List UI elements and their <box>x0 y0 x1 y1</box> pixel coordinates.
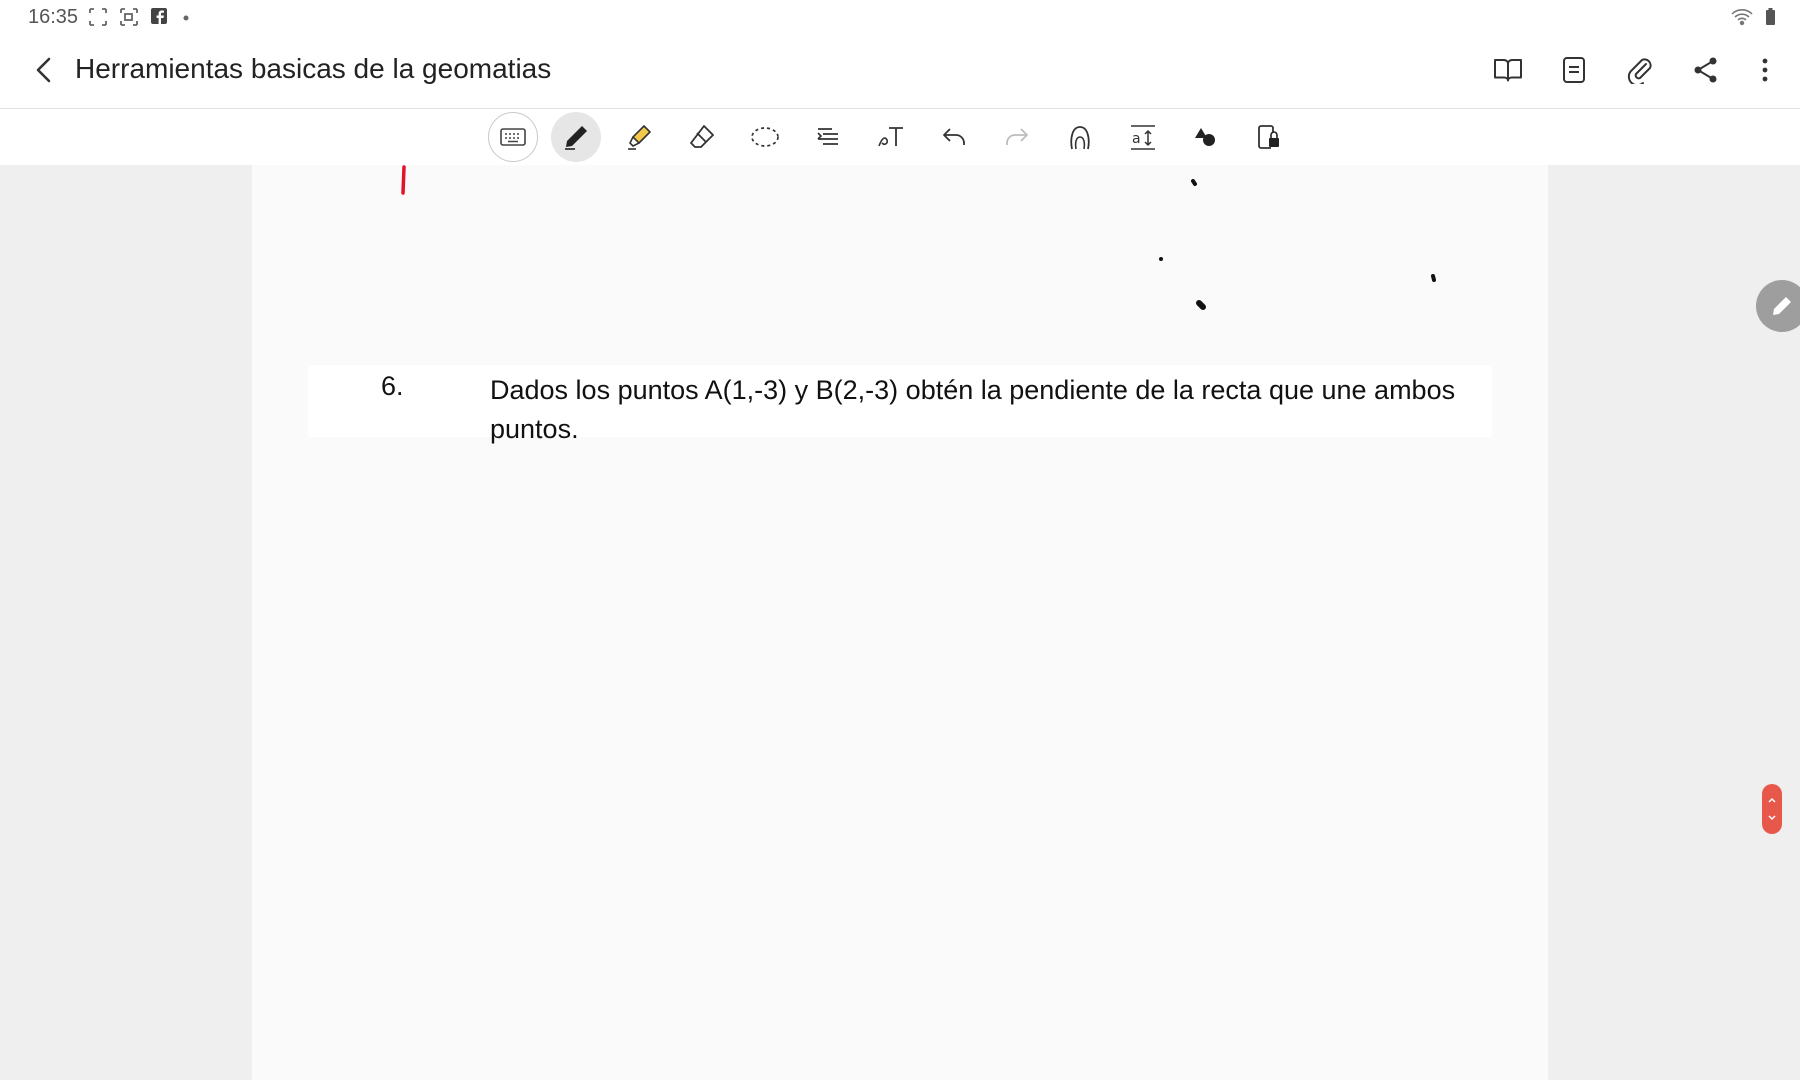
drawing-toolbar: a <box>0 108 1800 166</box>
undo-tool[interactable] <box>929 112 979 162</box>
more-options-icon <box>1762 58 1768 82</box>
page-scroll-handle[interactable] <box>1762 784 1782 834</box>
note-page[interactable]: 6. Dados los puntos A(1,-3) y B(2,-3) ob… <box>252 165 1548 1080</box>
question-number: 6. <box>381 371 404 401</box>
svg-text:a: a <box>1132 131 1141 147</box>
status-bar: 16:35 <box>0 0 1800 34</box>
handwriting-to-text-tool[interactable] <box>866 112 916 162</box>
attachment-button[interactable] <box>1618 48 1662 92</box>
keyboard-icon <box>500 128 526 146</box>
handwriting-ink <box>401 165 1436 310</box>
eraser-tool[interactable] <box>677 112 727 162</box>
back-arrow-icon <box>36 57 51 83</box>
read-only-icon <box>1258 125 1279 149</box>
status-left-icons <box>88 6 198 28</box>
page-list-icon <box>1563 57 1585 83</box>
redo-icon <box>1006 128 1028 145</box>
status-right-icons <box>1730 6 1780 28</box>
question-text: Dados los puntos A(1,-3) y B(2,-3) obtén… <box>490 375 1456 444</box>
handwriting-to-text-icon <box>878 127 903 147</box>
dot-icon <box>183 15 189 21</box>
lasso-icon <box>751 127 779 147</box>
question-block: 6. Dados los puntos A(1,-3) y B(2,-3) ob… <box>308 365 1492 444</box>
lasso-tool[interactable] <box>740 112 790 162</box>
redo-tool[interactable] <box>992 112 1042 162</box>
more-options-button[interactable] <box>1750 48 1780 92</box>
status-time: 16:35 <box>28 6 79 28</box>
text-align-tool[interactable] <box>803 112 853 162</box>
book-view-icon <box>1494 59 1522 82</box>
app-bar-actions <box>1464 48 1780 92</box>
shape-icon <box>1070 126 1090 150</box>
floating-pen-icon <box>1773 297 1791 315</box>
highlighter-icon <box>628 125 651 150</box>
read-only-tool[interactable] <box>1244 112 1294 162</box>
share-button[interactable] <box>1684 48 1728 92</box>
text-align-icon <box>817 128 838 145</box>
highlighter-tool[interactable] <box>614 112 664 162</box>
screen-record-icon <box>120 8 138 26</box>
wifi-icon <box>1731 9 1753 26</box>
screenshot-frame-icon <box>89 8 107 26</box>
page-list-button[interactable] <box>1552 48 1596 92</box>
eraser-icon <box>690 125 714 148</box>
note-title: Herramientas basicas de la geomatias <box>75 53 552 84</box>
text-size-icon: a <box>1131 125 1155 150</box>
color-shapes-tool[interactable] <box>1181 112 1231 162</box>
text-size-tool[interactable]: a <box>1118 112 1168 162</box>
keyboard-tool[interactable] <box>488 112 538 162</box>
undo-icon <box>943 128 965 145</box>
floating-pen-button[interactable] <box>1756 280 1800 332</box>
shape-tool[interactable] <box>1055 112 1105 162</box>
pen-tool[interactable] <box>551 112 601 162</box>
facebook-icon <box>151 8 167 24</box>
share-icon <box>1694 57 1717 83</box>
attachment-icon <box>1627 58 1652 84</box>
color-shapes-icon <box>1195 128 1215 146</box>
app-bar: Herramientas basicas de la geomatias <box>0 34 1800 108</box>
pen-icon <box>565 126 587 150</box>
scroll-up-down-icon <box>1768 797 1776 821</box>
back-button[interactable] <box>24 50 64 90</box>
canvas-area[interactable]: 6. Dados los puntos A(1,-3) y B(2,-3) ob… <box>0 165 1800 1080</box>
book-view-button[interactable] <box>1486 48 1530 92</box>
battery-icon <box>1766 8 1775 25</box>
